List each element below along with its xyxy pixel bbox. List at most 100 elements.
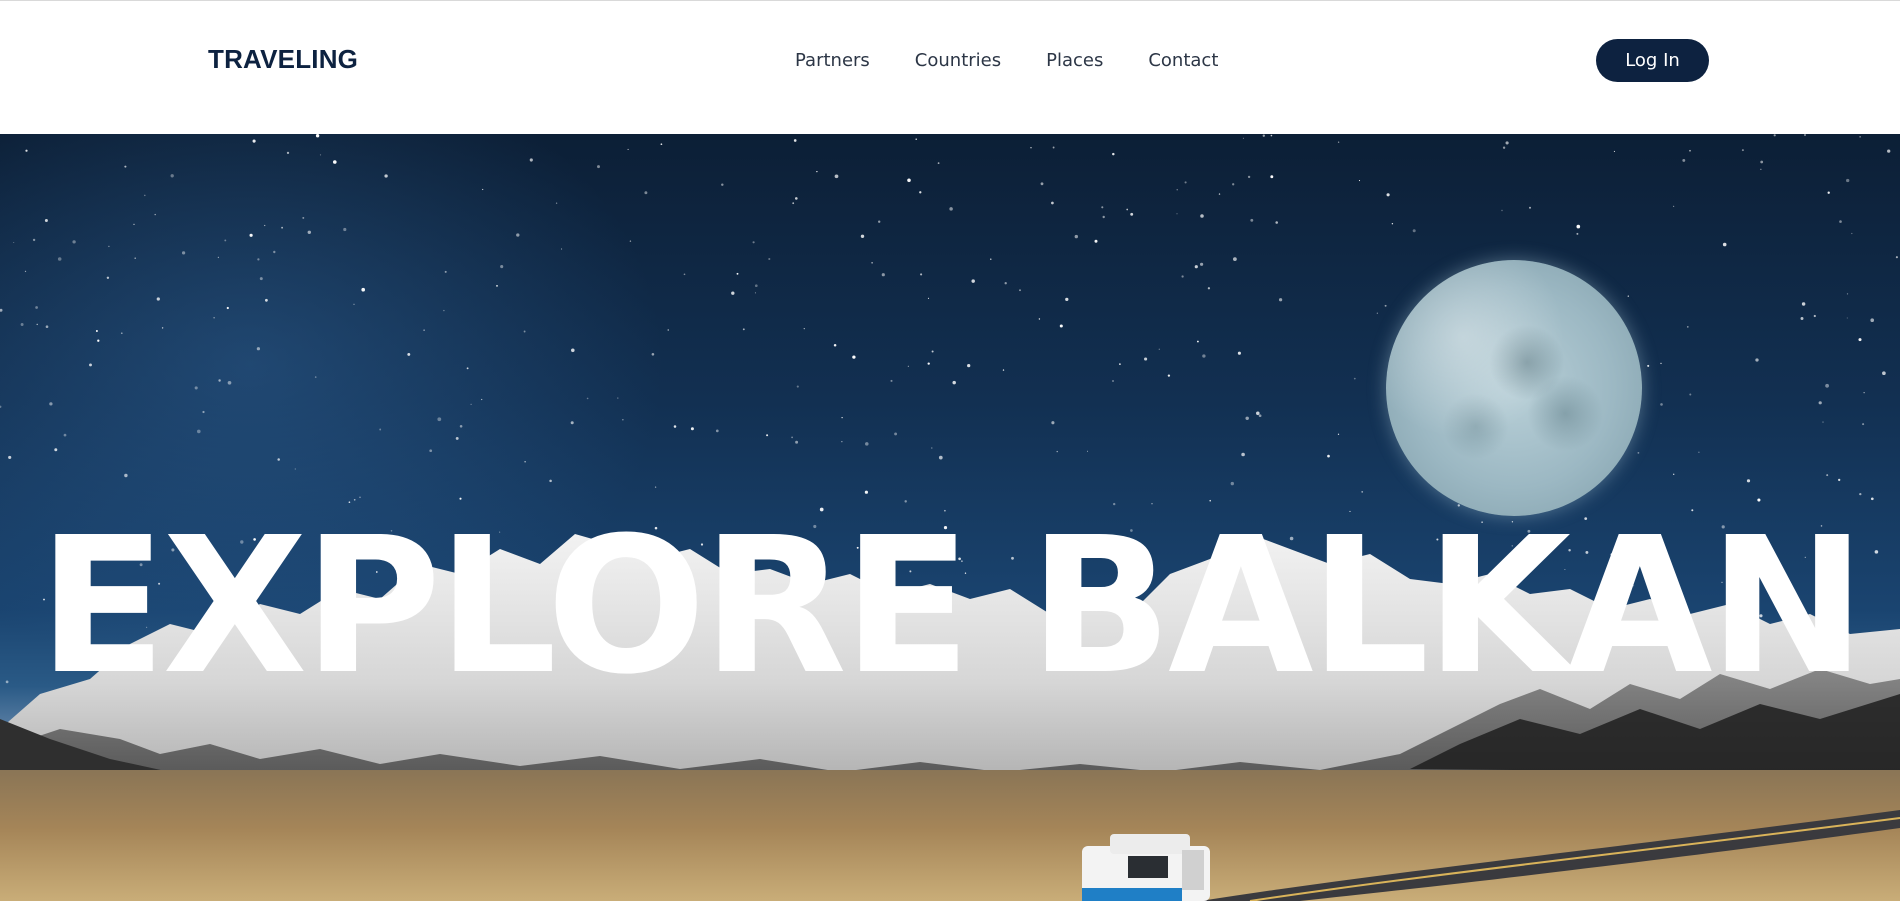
star	[721, 183, 724, 186]
star	[1755, 358, 1759, 362]
star	[516, 233, 520, 237]
star	[1858, 338, 1862, 342]
star	[13, 241, 15, 244]
star	[654, 486, 657, 488]
nav-link-places[interactable]: Places	[1046, 49, 1103, 73]
star	[361, 287, 366, 292]
nav-link-contact[interactable]: Contact	[1148, 49, 1218, 73]
star	[259, 277, 263, 281]
star	[1838, 478, 1841, 482]
star	[1184, 181, 1187, 184]
star	[1353, 377, 1356, 380]
star	[529, 158, 533, 162]
star	[1746, 479, 1751, 483]
star	[1361, 491, 1364, 493]
star	[793, 139, 797, 142]
star	[1038, 318, 1041, 320]
star	[314, 376, 317, 378]
star	[24, 270, 27, 273]
star	[1529, 206, 1531, 209]
star	[1870, 318, 1874, 322]
star	[277, 458, 280, 461]
star	[881, 273, 885, 277]
star	[196, 429, 201, 434]
star	[1270, 134, 1273, 137]
star	[1760, 160, 1764, 164]
hero-section: EXPLORE BALKAN	[0, 134, 1900, 901]
main-nav: Partners Countries Places Contact	[795, 49, 1218, 73]
star	[224, 239, 227, 242]
star	[429, 449, 433, 453]
star	[407, 352, 411, 356]
star	[57, 257, 62, 261]
star	[907, 365, 909, 367]
star	[660, 143, 663, 146]
star	[1825, 383, 1829, 388]
star	[1637, 451, 1640, 454]
star	[907, 178, 911, 183]
star	[644, 191, 648, 195]
star	[257, 258, 260, 261]
login-button[interactable]: Log In	[1596, 39, 1709, 82]
star	[871, 261, 873, 264]
star	[1327, 454, 1330, 458]
star	[1800, 317, 1804, 320]
star	[1194, 265, 1198, 269]
star	[124, 165, 127, 168]
star	[496, 285, 498, 287]
star	[524, 461, 526, 463]
star	[54, 448, 58, 452]
star	[555, 202, 558, 204]
star	[629, 240, 632, 242]
star	[597, 165, 600, 169]
star	[920, 273, 923, 276]
star	[423, 329, 425, 331]
star	[931, 350, 934, 353]
star	[796, 385, 799, 388]
nav-link-countries[interactable]: Countries	[915, 49, 1001, 73]
field-and-road	[0, 770, 1900, 901]
nav-link-partners[interactable]: Partners	[795, 49, 870, 73]
star	[144, 194, 146, 197]
hero-headline: EXPLORE BALKAN	[38, 497, 1866, 716]
star	[752, 241, 755, 244]
star	[1242, 137, 1244, 139]
star	[1126, 208, 1129, 211]
star	[792, 202, 795, 205]
star	[444, 270, 447, 273]
star	[690, 427, 694, 431]
star	[1863, 392, 1865, 394]
star	[1839, 220, 1842, 223]
star	[1895, 256, 1898, 259]
star	[852, 355, 856, 359]
star	[1826, 474, 1829, 477]
star	[1627, 295, 1629, 297]
star	[1019, 289, 1021, 292]
star	[1887, 149, 1891, 153]
star	[1337, 141, 1340, 143]
site-logo[interactable]: TRAVELING	[208, 44, 358, 75]
star	[1337, 433, 1340, 435]
star	[1102, 215, 1105, 219]
star	[181, 251, 186, 255]
star	[1376, 312, 1378, 314]
star	[218, 379, 221, 382]
star	[379, 428, 382, 431]
star	[134, 257, 136, 259]
star	[202, 410, 205, 414]
star	[1412, 229, 1416, 233]
star	[1846, 317, 1848, 319]
star	[890, 379, 893, 382]
star	[500, 265, 504, 269]
star	[264, 224, 266, 227]
star	[384, 174, 388, 178]
star	[622, 419, 624, 421]
star	[106, 276, 110, 279]
star	[1176, 189, 1178, 191]
star	[1262, 134, 1265, 137]
star	[816, 170, 818, 173]
star	[1870, 497, 1874, 501]
star	[1202, 354, 1206, 358]
star	[0, 405, 2, 408]
star	[1086, 450, 1089, 452]
